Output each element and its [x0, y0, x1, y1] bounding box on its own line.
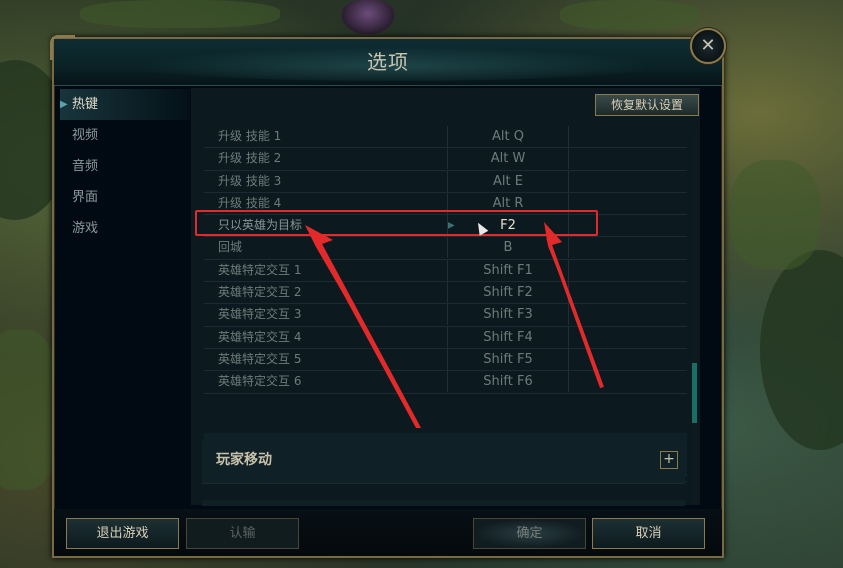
sidebar-item-interface[interactable]: 界面 — [60, 182, 190, 213]
sidebar-item-audio[interactable]: 音频 — [60, 151, 190, 182]
sidebar-item-video[interactable]: 视频 — [60, 120, 190, 151]
section-player-movement-row[interactable]: 玩家移动 + — [202, 441, 685, 484]
confirm-button[interactable]: 确定 — [473, 518, 586, 549]
hotkey-binding[interactable]: Shift F4 — [447, 326, 569, 348]
hotkey-row: 英雄特定交互 6 Shift F6 — [204, 371, 687, 394]
options-sidebar: ▶ 热键 视频 音频 界面 游戏 — [60, 89, 190, 509]
restore-defaults-button[interactable]: 恢复默认设置 — [595, 94, 699, 116]
hotkey-row: 回城 B — [204, 237, 687, 260]
quit-game-button[interactable]: 退出游戏 — [66, 518, 179, 549]
sidebar-item-label: 游戏 — [72, 221, 99, 236]
hotkey-scrollbar-thumb[interactable] — [692, 363, 697, 423]
background-foliage — [560, 0, 700, 30]
sidebar-item-label: 视频 — [72, 128, 99, 143]
background-foliage — [760, 250, 843, 450]
hotkey-scrollbar-track[interactable] — [692, 133, 697, 503]
dialog-title-bar: 选项 — [54, 39, 722, 86]
plus-icon[interactable]: + — [660, 451, 678, 469]
hotkey-action-label: 英雄特定交互 6 — [218, 374, 302, 389]
sidebar-item-label: 界面 — [72, 190, 99, 205]
hotkey-action-label: 英雄特定交互 5 — [218, 351, 302, 366]
hotkey-action-label: 回城 — [218, 240, 243, 255]
champion-sprite — [342, 0, 394, 34]
hotkey-binding[interactable]: B — [447, 237, 569, 259]
hotkey-action-label: 英雄特定交互 2 — [218, 285, 302, 300]
dialog-footer: 退出游戏 认输 确定 取消 — [54, 509, 722, 556]
hotkey-binding[interactable]: Shift F2 — [447, 282, 569, 304]
section-partial-next — [202, 500, 685, 506]
close-icon[interactable]: ✕ — [690, 28, 726, 64]
hotkey-binding[interactable]: Shift F6 — [447, 371, 569, 393]
hotkey-row: 英雄特定交互 2 Shift F2 — [204, 282, 687, 305]
hotkey-row: 英雄特定交互 1 Shift F1 — [204, 259, 687, 283]
background-foliage — [730, 160, 820, 270]
hotkey-row: 升级 技能 2 Alt W — [204, 148, 687, 171]
hotkey-action-label: 升级 技能 2 — [218, 151, 282, 166]
hotkey-table: 升级 技能 1 Alt Q 升级 技能 2 Alt W 升级 技能 3 Alt … — [204, 126, 687, 394]
surrender-button[interactable]: 认输 — [186, 518, 299, 549]
hotkey-row: 升级 技能 3 Alt E — [204, 170, 687, 193]
hotkey-binding[interactable]: Shift F3 — [447, 304, 569, 326]
sidebar-item-game[interactable]: 游戏 — [60, 213, 190, 244]
hotkey-row: 英雄特定交互 3 Shift F3 — [204, 304, 687, 327]
hotkey-row: 升级 技能 1 Alt Q — [204, 126, 687, 149]
cancel-button[interactable]: 取消 — [592, 518, 705, 549]
background-foliage — [0, 330, 60, 490]
sidebar-item-label: 音频 — [72, 159, 99, 174]
chevron-right-icon: ▶ — [60, 99, 68, 110]
hotkey-action-label: 英雄特定交互 4 — [218, 329, 302, 344]
hotkey-binding[interactable]: Shift F5 — [447, 348, 569, 370]
hotkey-action-label: 英雄特定交互 1 — [218, 262, 302, 277]
background-foliage — [80, 0, 280, 28]
hotkey-row: 英雄特定交互 5 Shift F5 — [204, 348, 687, 372]
hotkey-action-label: 升级 技能 3 — [218, 173, 282, 188]
hotkey-binding[interactable]: Alt Q — [447, 126, 569, 147]
hotkey-binding[interactable]: Alt E — [447, 170, 569, 192]
dialog-title: 选项 — [367, 50, 409, 74]
sidebar-item-label: 热键 — [72, 97, 99, 112]
annotation-highlight-box — [195, 210, 598, 236]
sidebar-item-hotkeys[interactable]: ▶ 热键 — [60, 89, 190, 120]
hotkey-action-label: 升级 技能 1 — [218, 129, 282, 143]
hotkey-binding[interactable]: Alt W — [447, 148, 569, 170]
hotkey-binding[interactable]: Shift F1 — [447, 259, 569, 281]
hotkey-row: 英雄特定交互 4 Shift F4 — [204, 326, 687, 349]
hotkey-action-label: 英雄特定交互 3 — [218, 307, 302, 322]
section-label: 玩家移动 — [216, 452, 272, 468]
